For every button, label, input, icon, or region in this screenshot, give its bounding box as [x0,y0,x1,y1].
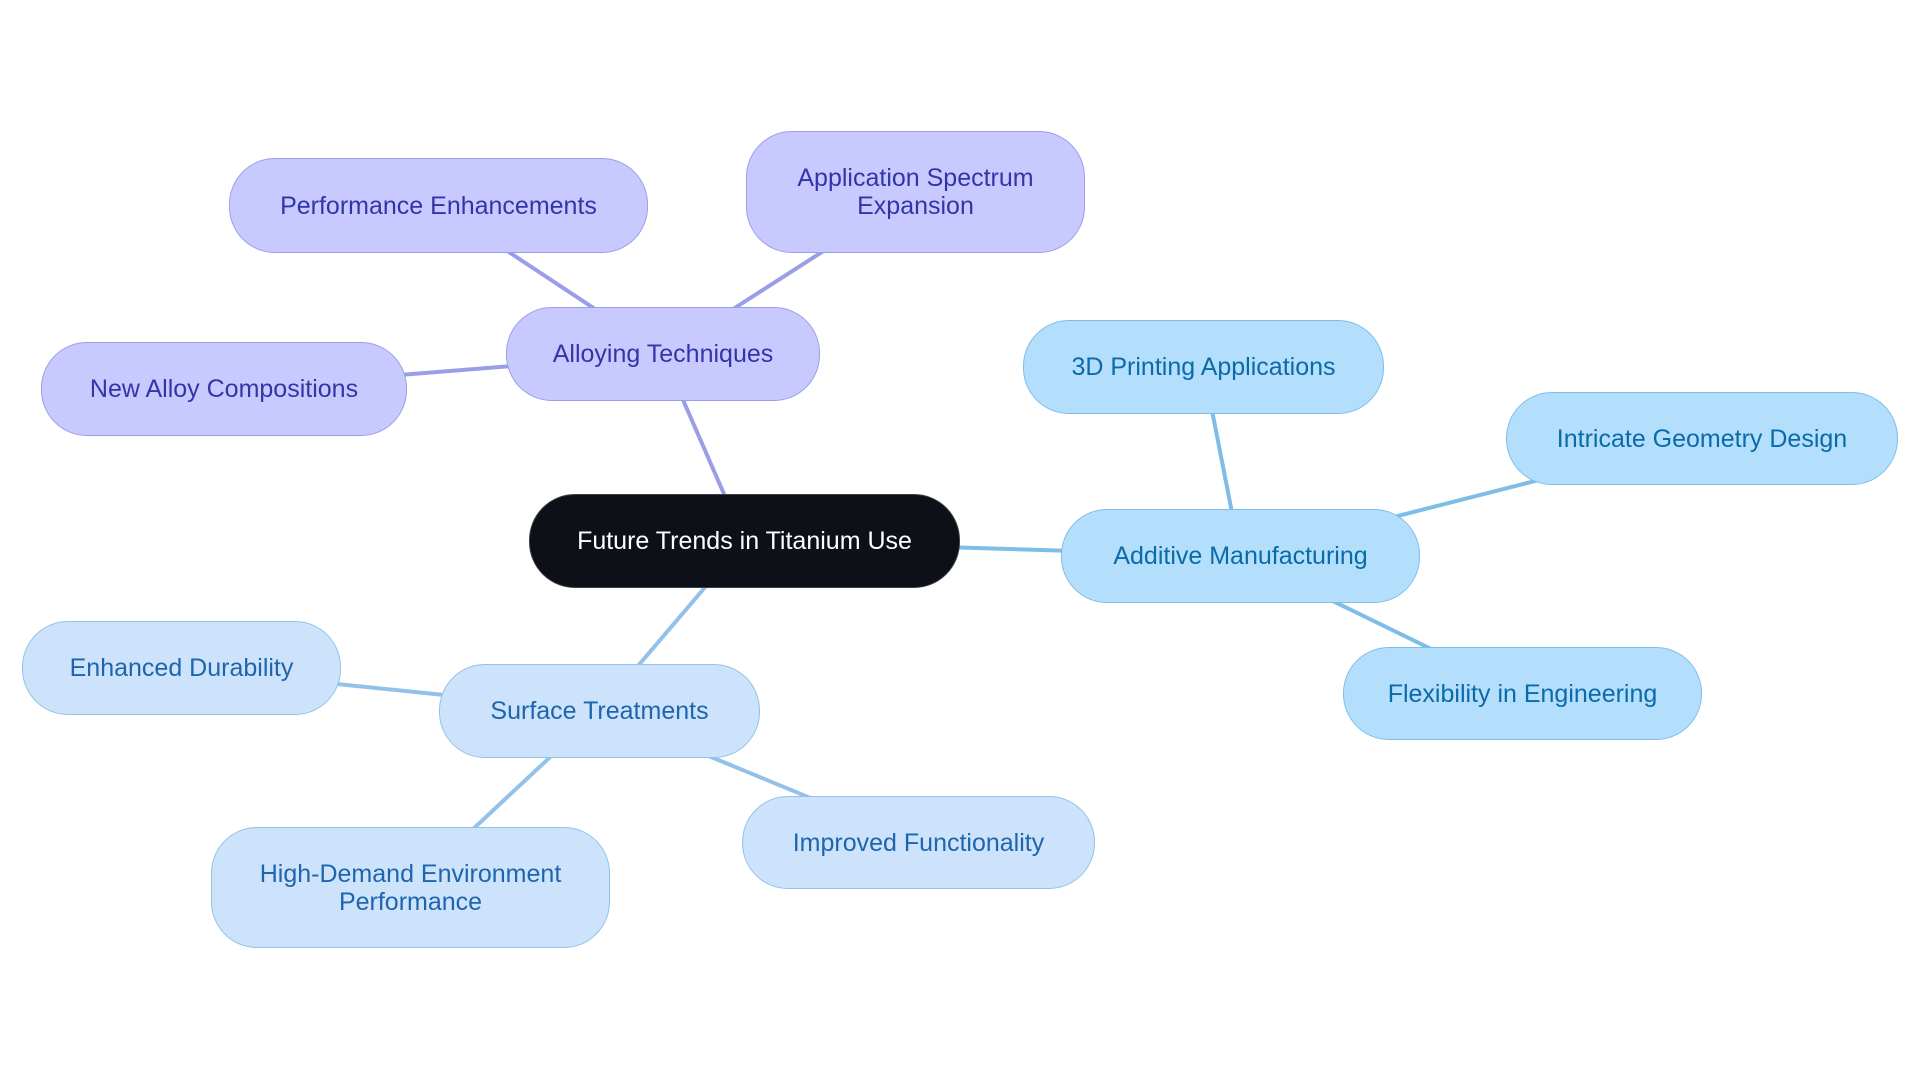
leaf-node-application-spectrum-expansion[interactable]: Application Spectrum Expansion [746,131,1085,253]
leaf-node-intricate-geometry-design[interactable]: Intricate Geometry Design [1506,392,1898,485]
branch-node-surface-treatments[interactable]: Surface Treatments [439,664,760,758]
leaf-node-improved-functionality[interactable]: Improved Functionality [742,796,1095,889]
leaf-node-flexibility-in-engineering[interactable]: Flexibility in Engineering [1343,647,1702,740]
leaf-node-enhanced-durability[interactable]: Enhanced Durability [22,621,341,715]
leaf-node-3d-printing-applications[interactable]: 3D Printing Applications [1023,320,1384,414]
root-node-future-trends[interactable]: Future Trends in Titanium Use [529,494,960,588]
leaf-node-new-alloy-compositions[interactable]: New Alloy Compositions [41,342,407,436]
branch-node-additive-manufacturing[interactable]: Additive Manufacturing [1061,509,1420,603]
branch-node-alloying-techniques[interactable]: Alloying Techniques [506,307,820,401]
leaf-node-high-demand-environment-performance[interactable]: High-Demand Environment Performance [211,827,610,948]
leaf-node-performance-enhancements[interactable]: Performance Enhancements [229,158,648,253]
